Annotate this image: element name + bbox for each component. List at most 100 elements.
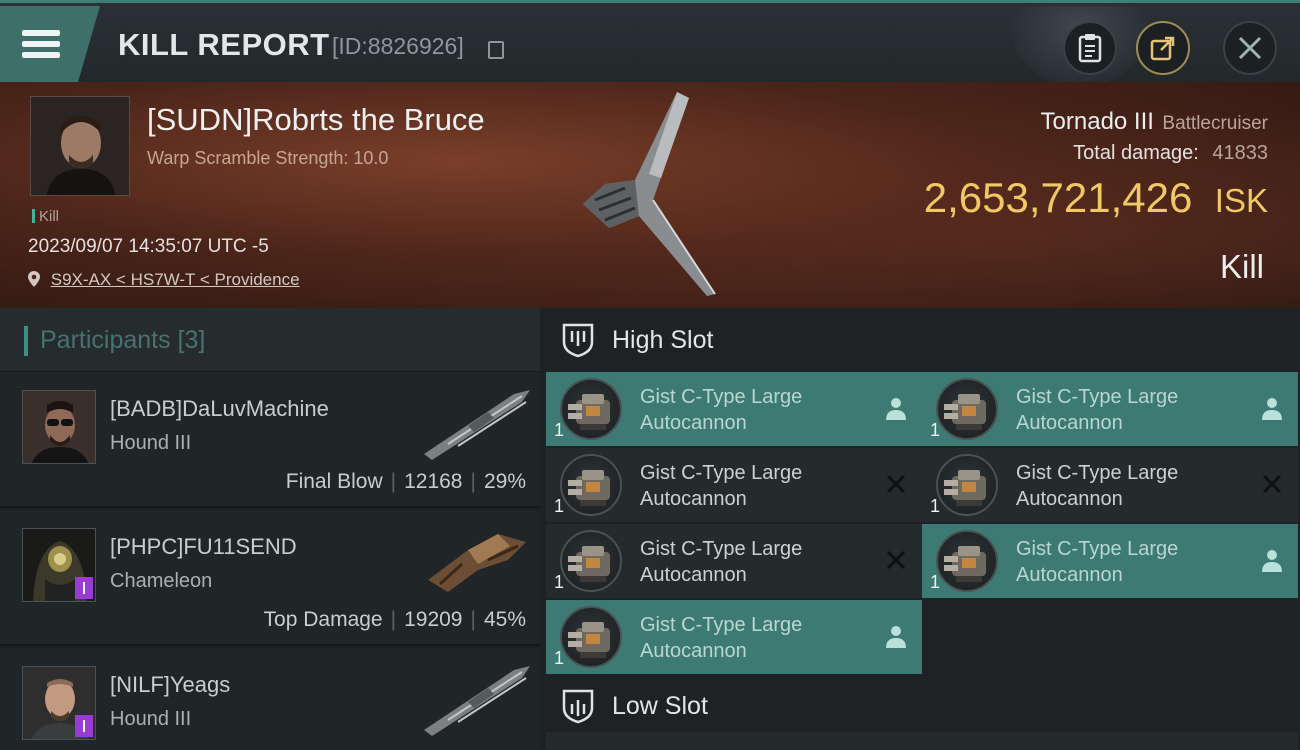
module-quantity: 1	[930, 496, 941, 516]
high-slot-module[interactable]: 1 Gist C-Type Large Autocannon	[922, 448, 1298, 522]
module-name-line2: Autocannon	[1016, 488, 1123, 510]
participant-badge-icon	[75, 715, 93, 737]
clipboard-icon	[1078, 34, 1102, 63]
person-icon[interactable]	[884, 624, 908, 650]
isk-value-line: 2,653,721,426 ISK	[924, 174, 1268, 222]
module-quantity: 1	[554, 496, 565, 516]
participant-percent: 29%	[483, 470, 526, 493]
participant-avatar[interactable]	[22, 528, 96, 602]
victim-portrait[interactable]	[30, 96, 130, 196]
module-name-line2: Autocannon	[640, 640, 747, 662]
share-button[interactable]	[1136, 21, 1190, 75]
copy-icon[interactable]	[488, 41, 504, 59]
menu-tab[interactable]	[0, 6, 100, 82]
participants-panel: Participants [3] [BADB]DaLuvMachine Houn…	[0, 308, 540, 750]
low-slot-module-partial[interactable]	[546, 732, 922, 750]
module-name: Gist C-Type Large Autocannon	[1016, 460, 1256, 512]
close-icon	[1238, 36, 1262, 60]
total-damage-value: 41833	[1212, 142, 1268, 164]
participant-avatar[interactable]	[22, 666, 96, 740]
high-slot-module[interactable]: 1 Gist C-Type Large Autocannon	[546, 600, 922, 674]
title-bar: KILL REPORT [ID:8826926]	[0, 0, 1300, 84]
high-slot-module[interactable]: 1 Gist C-Type Large Autocannon	[922, 524, 1298, 598]
module-name-line2: Autocannon	[640, 412, 747, 434]
victim-name[interactable]: [SUDN]Robrts the Bruce	[147, 102, 485, 138]
participant-ship: Hound III	[110, 432, 192, 454]
person-icon[interactable]	[884, 396, 908, 422]
module-name: Gist C-Type Large Autocannon	[640, 536, 880, 588]
participant-name[interactable]: [PHPC]FU11SEND	[110, 534, 297, 560]
module-name-line1: Gist C-Type Large	[1016, 386, 1179, 408]
participant-ship-image	[424, 666, 530, 736]
high-slot-header[interactable]: High Slot	[540, 308, 1300, 372]
autocannon-icon	[936, 454, 998, 516]
ship-class: Battlecruiser	[1162, 113, 1268, 134]
module-name-line1: Gist C-Type Large	[640, 538, 803, 560]
participant-row[interactable]: [PHPC]FU11SEND Chameleon Top Damage | 1920…	[0, 510, 540, 646]
total-damage-label: Total damage:	[1073, 142, 1199, 164]
participant-name[interactable]: [BADB]DaLuvMachine	[110, 396, 329, 422]
high-slot-module[interactable]: 1 Gist C-Type Large Autocannon	[546, 372, 922, 446]
location-link[interactable]: S9X-AX < HS7W-T < Providence	[28, 270, 300, 290]
participant-name[interactable]: [NILF]Yeags	[110, 672, 230, 698]
menu-icon[interactable]	[22, 28, 64, 62]
autocannon-icon	[560, 530, 622, 592]
kill-tag: Kill	[32, 208, 59, 225]
module-name: Gist C-Type Large Autocannon	[640, 384, 880, 436]
victim-banner: [SUDN]Robrts the Bruce Warp Scramble Str…	[0, 82, 1300, 308]
victim-ship-image	[583, 92, 716, 296]
participant-avatar-image	[23, 391, 95, 463]
participant-avatar[interactable]	[22, 390, 96, 464]
total-damage: Total damage: 41833	[1073, 142, 1268, 165]
autocannon-icon	[936, 530, 998, 592]
module-name: Gist C-Type Large Autocannon	[1016, 384, 1256, 436]
isk-value: 2,653,721,426	[923, 174, 1193, 221]
close-button[interactable]	[1223, 21, 1277, 75]
page-title: KILL REPORT	[118, 27, 330, 62]
ship-name[interactable]: Tornado III	[1041, 108, 1154, 135]
victim-avatar-image	[31, 97, 129, 195]
participant-percent: 45%	[483, 608, 526, 631]
participant-role: Final Blow	[285, 470, 383, 493]
module-name: Gist C-Type Large Autocannon	[640, 612, 880, 664]
module-name-line1: Gist C-Type Large	[640, 386, 803, 408]
x-icon[interactable]	[884, 472, 908, 498]
autocannon-icon	[560, 606, 622, 668]
participant-ship: Chameleon	[110, 570, 213, 592]
participants-header[interactable]: Participants [3]	[0, 308, 540, 372]
participant-badge-icon	[75, 577, 93, 599]
person-icon[interactable]	[1260, 396, 1284, 422]
module-name: Gist C-Type Large Autocannon	[640, 460, 880, 512]
kill-datetime: 2023/09/07 14:35:07 UTC -5	[28, 236, 269, 257]
location-text[interactable]: S9X-AX < HS7W-T < Providence	[51, 270, 300, 289]
module-name-line2: Autocannon	[1016, 412, 1123, 434]
participant-ship: Hound III	[110, 708, 192, 730]
shield-slot-icon	[562, 689, 594, 724]
module-quantity: 1	[554, 572, 565, 592]
module-name-line1: Gist C-Type Large	[1016, 462, 1179, 484]
high-slot-module[interactable]: 1 Gist C-Type Large Autocannon	[546, 524, 922, 598]
autocannon-icon	[936, 378, 998, 440]
module-quantity: 1	[554, 420, 565, 440]
x-icon[interactable]	[1260, 472, 1284, 498]
person-icon[interactable]	[1260, 548, 1284, 574]
high-slot-label: High Slot	[612, 325, 714, 354]
low-slot-header[interactable]: Low Slot	[540, 674, 1300, 738]
shield-slot-icon	[562, 323, 594, 358]
fitting-panel: High Slot 1 Gist C-Type Large Autocannon 1 G…	[540, 308, 1300, 750]
high-slot-module[interactable]: 1 Gist C-Type Large Autocannon	[922, 372, 1298, 446]
module-quantity: 1	[930, 572, 941, 592]
low-slot-module-partial[interactable]	[922, 732, 1298, 750]
high-slot-module[interactable]: 1 Gist C-Type Large Autocannon	[546, 448, 922, 522]
clipboard-button[interactable]	[1063, 21, 1117, 75]
warp-scramble-text: Warp Scramble Strength: 10.0	[147, 148, 389, 168]
module-name-line2: Autocannon	[640, 564, 747, 586]
participant-stat: Top Damage | 19209 | 45%	[263, 608, 526, 631]
participant-ship-image	[424, 390, 530, 460]
participant-ship-image	[428, 534, 526, 592]
x-icon[interactable]	[884, 548, 908, 574]
participant-damage: 12168	[404, 470, 463, 493]
participant-row[interactable]: [BADB]DaLuvMachine Hound III Final Blow |…	[0, 372, 540, 508]
participant-row[interactable]: [NILF]Yeags Hound III	[0, 648, 540, 750]
participants-accent-bar	[24, 326, 28, 356]
